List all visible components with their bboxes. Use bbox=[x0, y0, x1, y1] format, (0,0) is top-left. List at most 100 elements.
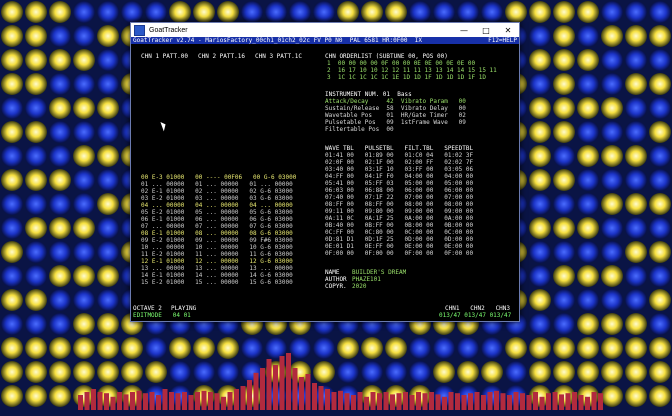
led-dot bbox=[529, 145, 551, 167]
table-row[interactable]: 07:40 00 07:1F 22 07:00 00 07:00 00 bbox=[325, 194, 473, 201]
pattern-row[interactable]: 03 E-2 01000 03 ... 00000 03 G-6 03000 bbox=[141, 195, 293, 202]
led-dot bbox=[649, 337, 671, 359]
song-author[interactable]: PHAZE101 bbox=[352, 276, 381, 283]
instrument-row-wavetable[interactable]: Wavetable Pos 01 HR/Gate Timer 02 bbox=[325, 112, 466, 119]
pattern-row[interactable]: 02 E-1 01000 02 ... 00000 02 G-6 03000 bbox=[141, 188, 293, 195]
pattern-row[interactable]: 12 E-1 01000 12 ... 00000 12 G-6 03000 bbox=[141, 258, 293, 265]
led-dot bbox=[49, 385, 71, 407]
spectrum-bar bbox=[312, 383, 317, 410]
led-dot bbox=[73, 289, 95, 311]
minimize-button[interactable]: — bbox=[453, 23, 475, 37]
pattern-row[interactable]: 15 E-2 01000 15 ... 00000 15 G-6 03000 bbox=[141, 279, 293, 286]
pattern-row[interactable]: 01 ... 00000 01 ... 00000 01 ... 00000 bbox=[141, 181, 293, 188]
led-dot bbox=[49, 337, 71, 359]
led-dot bbox=[505, 1, 527, 23]
led-dot bbox=[1, 313, 23, 335]
table-row[interactable]: 01:41 00 01:89 00 01:C0 04 01:02 3F bbox=[325, 152, 473, 159]
instrument-row-attack[interactable]: Attack/Decay 42 Vibrato Param 00 bbox=[325, 98, 466, 105]
led-dot bbox=[97, 121, 119, 143]
led-dot bbox=[601, 73, 623, 95]
led-dot bbox=[457, 1, 479, 23]
pattern-row[interactable]: 08 E-1 01000 08 ... 00000 08 G-6 03000 bbox=[141, 230, 293, 237]
led-dot bbox=[625, 73, 647, 95]
pattern-row[interactable]: 11 E-2 01000 11 ... 00000 11 G-6 03000 bbox=[141, 251, 293, 258]
led-dot bbox=[73, 337, 95, 359]
led-dot bbox=[409, 361, 431, 383]
song-name-label: NAME bbox=[325, 269, 340, 276]
table-row[interactable]: 02:0F 00 02:1F 00 02:00 FF 02:02 7F bbox=[325, 159, 473, 166]
led-dot bbox=[649, 241, 671, 263]
song-name[interactable]: BUILDER'S DREAM bbox=[352, 269, 406, 276]
led-dot bbox=[49, 313, 71, 335]
table-row[interactable]: 05:41 00 05:FF 03 05:00 00 05:00 00 bbox=[325, 180, 473, 187]
goattracker-window[interactable]: GoatTracker — □ ✕ GoatTracker v2.74 - Ma… bbox=[130, 22, 520, 322]
close-button[interactable]: ✕ bbox=[497, 23, 519, 37]
pattern-row[interactable]: 10 ... 00000 10 ... 00000 10 G-6 03000 bbox=[141, 244, 293, 251]
pattern-row[interactable]: 07 ... 00000 07 ... 00000 07 G-6 03000 bbox=[141, 223, 293, 230]
spectrum-bar bbox=[292, 368, 298, 410]
pattern-row[interactable]: 06 E-1 01000 06 ... 00000 06 G-6 03000 bbox=[141, 216, 293, 223]
spectrum-bar bbox=[338, 390, 343, 410]
led-dot bbox=[577, 169, 599, 191]
spectrum-bar bbox=[526, 395, 532, 410]
table-row[interactable]: 06:03 00 06:88 00 06:00 00 06:00 00 bbox=[325, 187, 473, 194]
spectrum-bar bbox=[396, 393, 402, 410]
table-row[interactable]: 0F:00 00 0F:00 00 0F:00 00 0F:00 00 bbox=[325, 250, 473, 257]
octave-status: OCTAVE 2 bbox=[133, 305, 162, 312]
pattern-row[interactable]: 14 E-1 01000 14 ... 00000 14 G-6 03000 bbox=[141, 272, 293, 279]
orderlist-row-3[interactable]: 3 1C 1C 1C 1C 1C 1E 1D 1D 1F 1D 1D 1D 1F… bbox=[327, 74, 486, 81]
led-dot bbox=[73, 241, 95, 263]
led-dot bbox=[49, 73, 71, 95]
table-row[interactable]: 03:40 00 03:1F 10 03:FF 00 03:05 06 bbox=[325, 166, 473, 173]
orderlist-row-1[interactable]: 1 00 00 00 00 0F 00 00 0E 0E 00 0E 0E 00 bbox=[327, 60, 475, 67]
table-row[interactable]: 08:FF 00 08:FF 00 08:00 00 08:00 00 bbox=[325, 201, 473, 208]
led-dot bbox=[553, 361, 575, 383]
led-dot bbox=[385, 337, 407, 359]
table-row[interactable]: 0E:01 D1 0E:FF 00 0E:00 00 0E:00 00 bbox=[325, 243, 473, 250]
led-dot bbox=[25, 1, 47, 23]
instrument-row-filtertable[interactable]: Filtertable Pos 00 bbox=[325, 126, 394, 133]
pattern-row[interactable]: 04 ... 00000 04 ... 00000 04 ... 00000 bbox=[141, 202, 293, 209]
led-dot bbox=[25, 361, 47, 383]
maximize-button[interactable]: □ bbox=[475, 23, 497, 37]
table-row[interactable]: 09:11 00 09:80 00 09:00 00 09:00 00 bbox=[325, 208, 473, 215]
led-dot bbox=[529, 289, 551, 311]
led-dot bbox=[529, 337, 551, 359]
tracker-screen[interactable]: GoatTracker v2.74 - MariosFactory_00ch1_… bbox=[131, 37, 519, 321]
led-dot bbox=[25, 169, 47, 191]
led-dot bbox=[625, 193, 647, 215]
instrument-row-sustain[interactable]: Sustain/Release 58 Vibrato Delay 00 bbox=[325, 105, 466, 112]
pattern-row[interactable]: 05 E-2 01000 05 ... 00000 05 G-6 03000 bbox=[141, 209, 293, 216]
led-dot bbox=[577, 361, 599, 383]
led-dot bbox=[529, 265, 551, 287]
led-dot bbox=[1, 73, 23, 95]
spectrum-bar bbox=[162, 389, 168, 410]
song-author-label: AUTHOR bbox=[325, 276, 347, 283]
table-row[interactable]: 0C:FF 00 0C:80 00 0C:00 00 0C:00 00 bbox=[325, 229, 473, 236]
led-dot bbox=[529, 121, 551, 143]
tables-title: WAVE TBL PULSETBL FILT.TBL SPEEDTBL bbox=[325, 145, 474, 152]
orderlist-row-2[interactable]: 2 16 17 10 10 12 12 11 11 13 13 14 14 15… bbox=[327, 67, 497, 74]
led-dot bbox=[625, 313, 647, 335]
table-row[interactable]: 0B:40 00 0B:FF 00 0B:00 00 0B:00 00 bbox=[325, 222, 473, 229]
pattern-row[interactable]: 13 ... 00000 13 ... 00000 13 ... 00000 bbox=[141, 265, 293, 272]
led-dot bbox=[49, 1, 71, 23]
table-row[interactable]: 0D:81 D1 0D:1F 25 0D:00 00 0D:00 00 bbox=[325, 236, 473, 243]
table-row[interactable]: 0A:11 0C 0A:1F 25 0A:00 00 0A:00 00 bbox=[325, 215, 473, 222]
spectrum-bar bbox=[500, 393, 506, 410]
led-dot bbox=[337, 337, 359, 359]
instrument-row-pulsetable[interactable]: Pulsetable Pos 09 1stFrame Wave 09 bbox=[325, 119, 466, 126]
spectrum-bar bbox=[546, 393, 551, 410]
led-dot bbox=[601, 121, 623, 143]
led-dot bbox=[25, 289, 47, 311]
channel2-header: CHN 2 PATT.16 bbox=[198, 53, 245, 60]
led-dot bbox=[361, 361, 383, 383]
led-dot bbox=[601, 145, 623, 167]
table-row[interactable]: 04:FF 00 04:1F F0 04:00 00 04:00 00 bbox=[325, 173, 473, 180]
title-bar[interactable]: GoatTracker — □ ✕ bbox=[131, 23, 519, 37]
spectrum-bar bbox=[234, 389, 239, 410]
pattern-row[interactable]: 00 E-3 01000 00 ---- 00F06 00 G-6 03000 bbox=[141, 174, 296, 181]
song-copyright[interactable]: 2020 bbox=[352, 283, 366, 290]
pattern-row[interactable]: 09 E-2 01000 09 ... 00000 09 F#6 03000 bbox=[141, 237, 293, 244]
spectrum-bar bbox=[468, 393, 473, 410]
